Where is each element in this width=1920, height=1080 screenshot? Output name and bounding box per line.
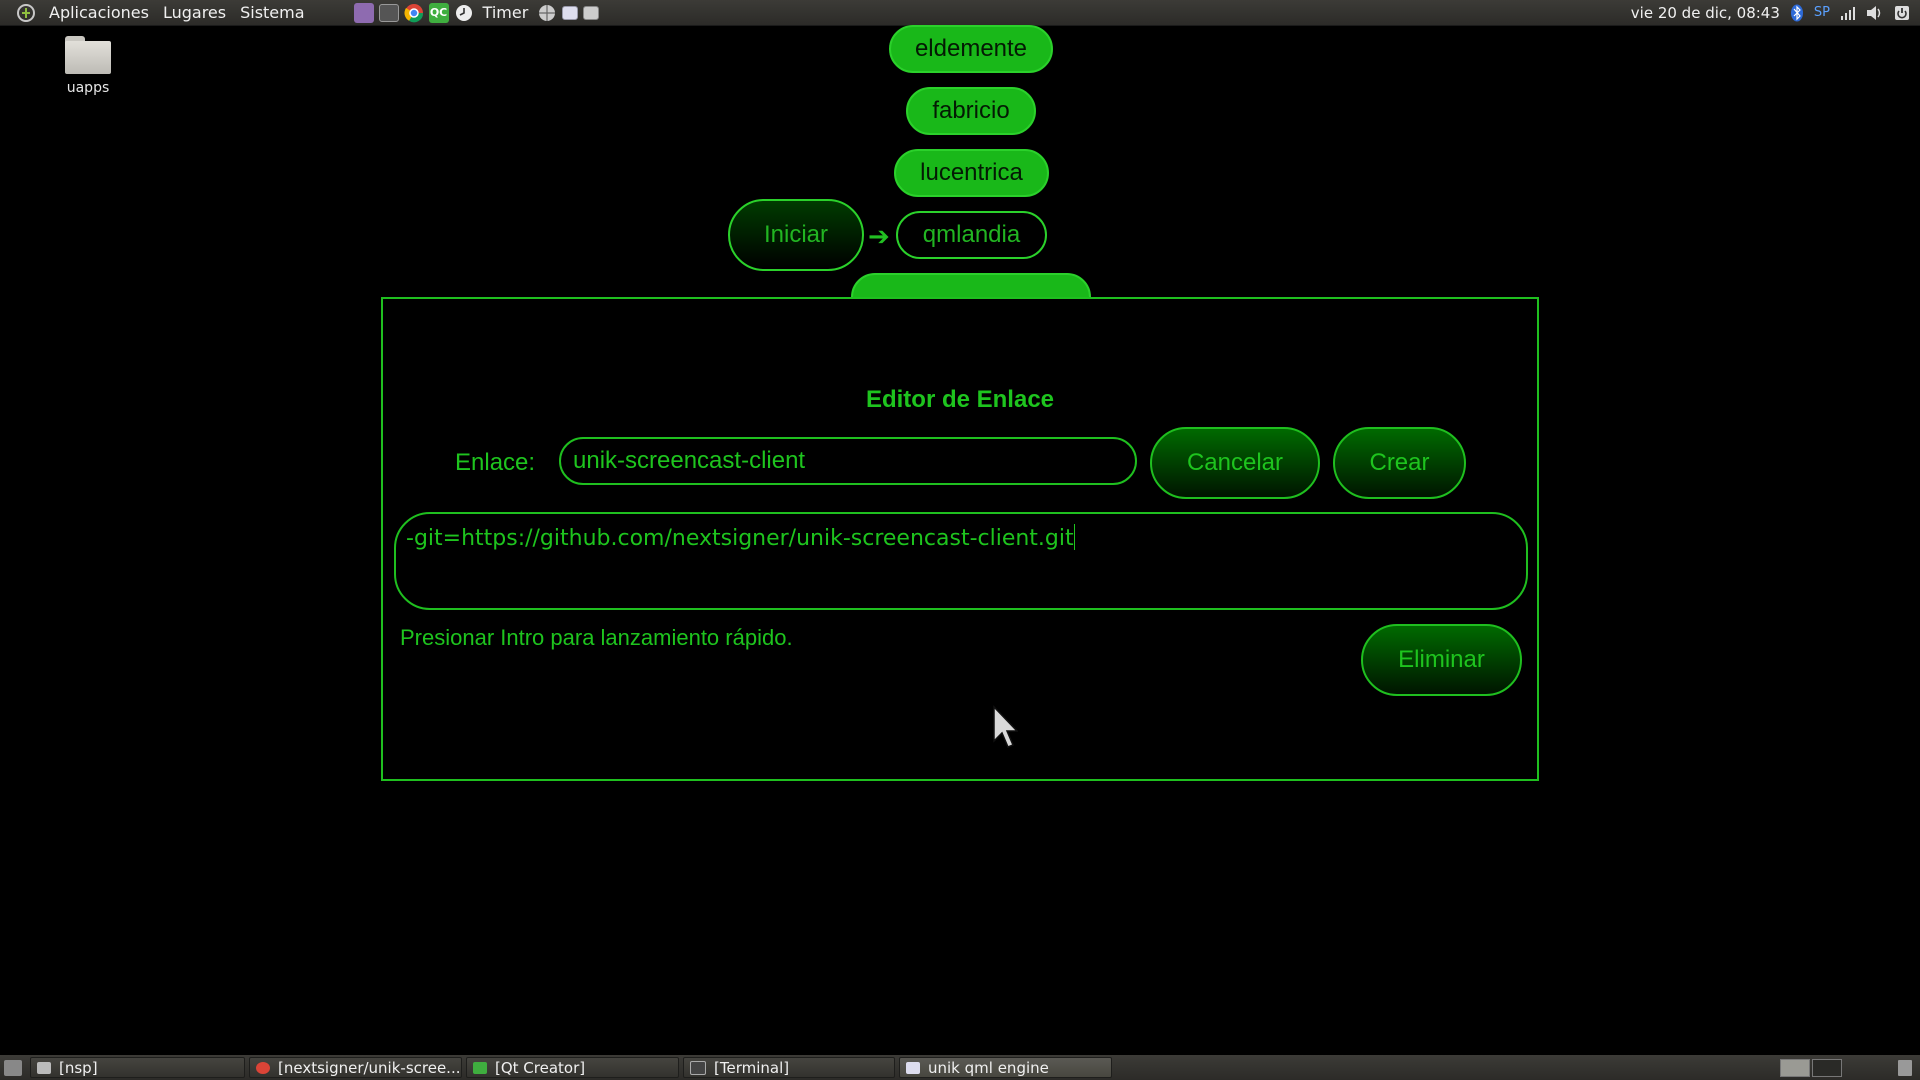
cancel-button[interactable]: Cancelar [1150, 427, 1320, 499]
task-label: [Terminal] [714, 1058, 790, 1077]
media-launcher-icon[interactable] [353, 2, 374, 23]
task-label: [nextsigner/unik-scree... [278, 1058, 461, 1077]
network-signal-icon[interactable] [1840, 5, 1856, 21]
window-icon[interactable] [562, 5, 579, 20]
text-caret [1073, 524, 1075, 550]
system-tray: vie 20 de dic, 08:43 SP [1631, 0, 1910, 25]
link-editor-dialog: Editor de Enlace Enlace: unik-screencast… [381, 297, 1539, 781]
workspace-2[interactable] [1812, 1058, 1842, 1077]
link-item-qmlandia-selected[interactable]: qmlandia [896, 211, 1047, 259]
dialog-title: Editor de Enlace [865, 386, 1055, 413]
task-qt-creator[interactable]: [Qt Creator] [466, 1057, 679, 1078]
top-panel: Aplicaciones Lugares Sistema QC Timer vi… [0, 0, 1920, 26]
menu-aplicaciones[interactable]: Aplicaciones [42, 3, 156, 22]
qt-creator-task-icon [473, 1061, 487, 1074]
link-item-fabricio[interactable]: fabricio [906, 87, 1036, 135]
qt-creator-launcher-icon[interactable]: QC [428, 2, 449, 23]
workspace-switcher [1780, 1058, 1842, 1077]
workspace-1[interactable] [1780, 1058, 1810, 1077]
task-chrome[interactable]: [nextsigner/unik-scree... [249, 1057, 462, 1078]
command-textarea[interactable]: -git=https://github.com/nextsigner/unik-… [394, 512, 1528, 610]
task-label: [nsp] [59, 1058, 98, 1077]
terminal-task-icon [690, 1060, 706, 1075]
session-icon[interactable] [1894, 5, 1910, 21]
delete-button[interactable]: Eliminar [1361, 624, 1522, 696]
show-desktop-icon[interactable] [4, 1059, 22, 1076]
chrome-task-icon [256, 1061, 270, 1074]
desktop-folder-uapps[interactable]: uapps [58, 36, 118, 96]
task-label: unik qml engine [928, 1058, 1049, 1077]
folder-task-icon [37, 1061, 51, 1074]
distro-logo-icon[interactable] [16, 3, 36, 23]
task-nsp[interactable]: [nsp] [30, 1057, 245, 1078]
menu-lugares[interactable]: Lugares [156, 3, 233, 22]
trash-icon[interactable] [1898, 1059, 1912, 1076]
create-button[interactable]: Crear [1333, 427, 1466, 499]
task-unik-qml-engine[interactable]: unik qml engine [899, 1057, 1112, 1078]
keyboard-layout-indicator[interactable]: SP [1814, 5, 1830, 20]
bluetooth-icon[interactable] [1790, 4, 1804, 22]
launcher-bar: QC Timer [353, 2, 600, 23]
link-item-lucentrica[interactable]: lucentrica [894, 149, 1049, 197]
command-text: -git=https://github.com/nextsigner/unik-… [406, 526, 1074, 551]
link-item-eldemente[interactable]: eldemente [889, 25, 1053, 73]
link-name-input[interactable]: unik-screencast-client [559, 437, 1137, 485]
link-label: Enlace: [455, 449, 536, 476]
volume-icon[interactable] [1866, 5, 1884, 21]
quick-launch-hint: Presionar Intro para lanzamiento rápido. [400, 625, 793, 650]
timer-label[interactable]: Timer [483, 3, 529, 22]
task-terminal[interactable]: [Terminal] [683, 1057, 895, 1078]
menu-sistema[interactable]: Sistema [233, 3, 311, 22]
start-button[interactable]: Iniciar [728, 199, 864, 271]
desktop-icon-label: uapps [66, 80, 110, 96]
notes-icon[interactable] [583, 5, 600, 20]
bottom-panel: [nsp] [nextsigner/unik-scree... [Qt Crea… [0, 1055, 1920, 1080]
clock[interactable]: vie 20 de dic, 08:43 [1631, 4, 1780, 22]
mouse-pointer-icon [993, 705, 1018, 748]
terminal-launcher-icon[interactable] [378, 3, 399, 22]
task-label: [Qt Creator] [495, 1058, 586, 1077]
chrome-launcher-icon[interactable] [404, 3, 424, 23]
clock-icon[interactable] [454, 3, 474, 23]
main-menu: Aplicaciones Lugares Sistema [0, 0, 312, 25]
network-globe-icon[interactable] [537, 3, 557, 23]
window-task-icon [906, 1061, 920, 1074]
arrow-right-icon: ➔ [868, 222, 890, 252]
folder-icon [65, 36, 111, 74]
